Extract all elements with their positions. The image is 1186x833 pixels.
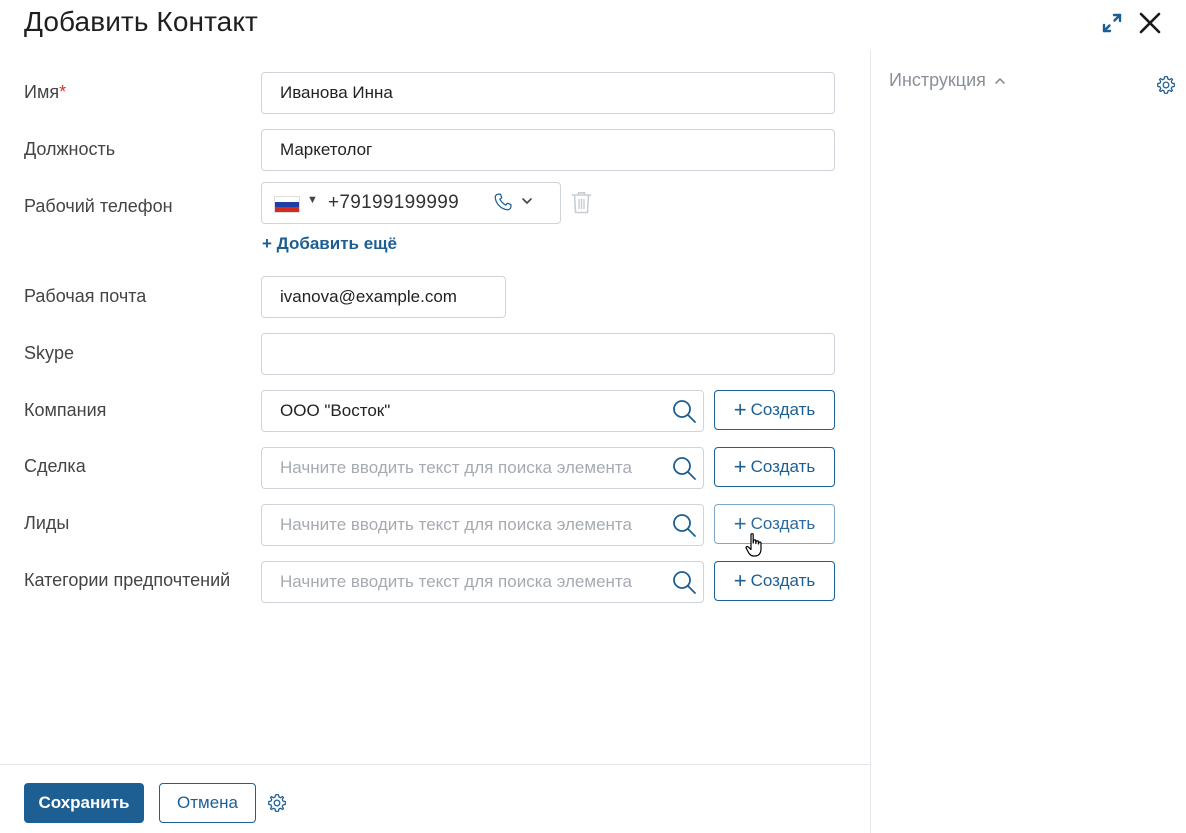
search-icon[interactable] xyxy=(671,398,697,424)
plus-icon: + xyxy=(733,568,747,593)
create-deal-button[interactable]: + Создать xyxy=(714,447,835,487)
chevron-up-icon xyxy=(995,77,1005,84)
name-label: Имя* xyxy=(24,82,67,102)
hand-cursor-icon xyxy=(745,533,762,557)
search-icon[interactable] xyxy=(671,455,697,481)
work-email-label: Рабочая почта xyxy=(24,286,147,306)
flag-russia-icon[interactable] xyxy=(274,196,300,213)
gear-icon[interactable] xyxy=(267,793,287,813)
trash-icon[interactable] xyxy=(571,191,592,214)
preference-categories-label: Категории предпочтений xyxy=(24,570,231,590)
create-leads-button[interactable]: + Создать xyxy=(714,504,835,544)
cancel-button[interactable]: Отмена xyxy=(159,783,256,823)
create-company-button[interactable]: + Создать xyxy=(714,390,835,430)
skype-input[interactable] xyxy=(261,333,835,375)
create-preference-categories-button[interactable]: + Создать xyxy=(714,561,835,601)
country-dropdown-caret-icon[interactable]: ▼ xyxy=(307,194,318,206)
deal-input[interactable]: Начните вводить текст для поиска элемент… xyxy=(261,447,704,489)
leads-input[interactable]: Начните вводить текст для поиска элемент… xyxy=(261,504,704,546)
position-label: Должность xyxy=(24,139,116,159)
expand-icon[interactable] xyxy=(1100,11,1124,35)
required-mark: * xyxy=(59,82,67,102)
skype-label: Skype xyxy=(24,343,75,363)
preference-categories-input[interactable]: Начните вводить текст для поиска элемент… xyxy=(261,561,704,603)
dialog-title: Добавить Контакт xyxy=(24,6,258,37)
company-label: Компания xyxy=(24,400,107,420)
company-input[interactable]: ООО "Восток" xyxy=(261,390,704,432)
search-icon[interactable] xyxy=(671,569,697,595)
work-phone-label: Рабочий телефон xyxy=(24,196,173,216)
instruction-toggle[interactable]: Инструкция xyxy=(889,70,1006,91)
position-input[interactable]: Маркетолог xyxy=(261,129,835,171)
chevron-down-icon[interactable] xyxy=(521,195,533,207)
name-input[interactable]: Иванова Инна xyxy=(261,72,835,114)
deal-label: Сделка xyxy=(24,456,86,476)
plus-icon: + xyxy=(733,454,747,479)
vertical-divider xyxy=(870,50,871,833)
save-button[interactable]: Сохранить xyxy=(24,783,144,823)
phone-icon[interactable] xyxy=(493,192,513,212)
search-icon[interactable] xyxy=(671,512,697,538)
plus-icon: + xyxy=(733,397,747,422)
leads-label: Лиды xyxy=(24,513,70,533)
work-phone-field[interactable]: ▼ +79199199999 xyxy=(261,182,561,224)
work-phone-input[interactable]: +79199199999 xyxy=(328,192,459,214)
add-more-phone-link[interactable]: + Добавить ещё xyxy=(262,234,397,254)
footer-divider xyxy=(0,764,870,765)
close-icon[interactable] xyxy=(1137,10,1163,36)
work-email-input[interactable]: ivanova@example.com xyxy=(261,276,506,318)
gear-icon[interactable] xyxy=(1156,75,1176,95)
